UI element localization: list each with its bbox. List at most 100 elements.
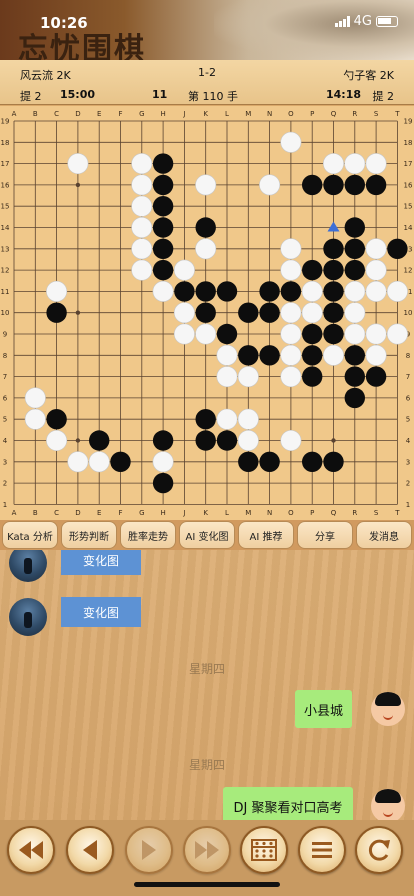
white-stone — [237, 429, 259, 451]
black-stone — [302, 259, 323, 281]
variation-link[interactable]: 变化图 — [61, 597, 141, 627]
black-stone — [216, 281, 238, 302]
row-label: 4 — [406, 437, 411, 445]
black-stone — [344, 174, 365, 196]
black-stone — [238, 302, 259, 323]
go-board-svg[interactable]: AABBCCDDEEFFGGHHJJKKLLMMNNOOPPQQRRSSTT19… — [0, 106, 414, 520]
white-stone — [173, 259, 195, 281]
step-forward-icon[interactable] — [125, 826, 173, 874]
winrate-trend-button[interactable]: 胜率走势 — [120, 521, 176, 549]
my-avatar[interactable] — [371, 789, 405, 820]
ai-recommend-button[interactable]: AI 推荐 — [238, 521, 294, 549]
col-label: T — [394, 110, 400, 118]
white-stone — [365, 344, 387, 366]
black-stone — [174, 281, 195, 302]
col-label: H — [160, 509, 165, 517]
black-stone — [195, 281, 216, 302]
col-label: E — [97, 509, 101, 517]
white-stone — [173, 302, 195, 324]
col-label: N — [267, 509, 272, 517]
white-stone — [259, 174, 281, 196]
black-stone — [323, 238, 344, 259]
variation-link[interactable]: 变化图 — [61, 550, 141, 575]
black-stone — [216, 430, 238, 451]
white-stone — [237, 408, 259, 430]
my-message: 小县城 — [295, 690, 352, 728]
white-stone — [131, 174, 153, 196]
row-label: 5 — [406, 416, 410, 424]
white-stone — [173, 323, 195, 345]
row-label: 15 — [1, 203, 10, 211]
black-stone — [259, 302, 280, 323]
row-label: 15 — [404, 203, 413, 211]
row-label: 1 — [3, 501, 7, 509]
opponent-avatar[interactable] — [9, 550, 47, 582]
fast-forward-icon[interactable] — [183, 826, 231, 874]
white-stone — [216, 366, 238, 388]
white-stone — [216, 344, 238, 366]
white-stone — [195, 174, 217, 196]
col-label: N — [267, 110, 272, 118]
opponent-avatar[interactable] — [9, 598, 47, 636]
col-label: A — [12, 110, 17, 118]
abacus-icon[interactable] — [240, 826, 288, 874]
black-player-name: 风云流 2K — [20, 69, 71, 82]
game-score: 1-2 — [198, 66, 216, 79]
black-stone — [323, 323, 344, 345]
black-stone — [387, 238, 408, 259]
ink-painting-banner — [214, 0, 414, 60]
white-stone — [365, 259, 387, 281]
rewind-icon[interactable] — [7, 826, 55, 874]
black-stone — [259, 451, 280, 472]
col-label: F — [118, 509, 122, 517]
star-point — [75, 182, 81, 188]
black-time: 15:00 — [60, 88, 96, 101]
black-stone — [323, 302, 344, 323]
black-stone — [216, 323, 238, 345]
black-stone — [152, 196, 174, 217]
row-label: 7 — [406, 373, 410, 381]
my-avatar[interactable] — [371, 692, 405, 726]
black-stone — [152, 174, 174, 196]
send-message-button[interactable]: 发消息 — [356, 521, 412, 549]
white-stone — [322, 344, 344, 366]
ai-variation-button[interactable]: AI 变化图 — [179, 521, 235, 549]
white-stone — [322, 153, 344, 175]
row-label: 18 — [1, 139, 10, 147]
refresh-icon[interactable] — [355, 826, 403, 874]
col-label: T — [394, 509, 400, 517]
row-label: 11 — [1, 288, 10, 296]
col-label: E — [97, 110, 101, 118]
white-stone — [344, 153, 366, 175]
white-stone — [365, 280, 387, 302]
row-label: 13 — [1, 245, 10, 253]
row-label: 12 — [404, 267, 413, 275]
black-stone — [323, 174, 344, 196]
share-button[interactable]: 分享 — [297, 521, 353, 549]
chat-panel[interactable]: 变化图 变化图 星期四 小县城 星期四 DJ 聚聚看对口高考 — [0, 550, 414, 820]
black-stone — [344, 217, 365, 238]
network-label: 4G — [353, 14, 372, 29]
black-stone — [302, 366, 323, 387]
white-stone — [344, 280, 366, 302]
position-judge-button[interactable]: 形势判断 — [61, 521, 117, 549]
black-stone — [195, 302, 216, 323]
col-label: P — [310, 110, 314, 118]
row-label: 6 — [406, 394, 411, 402]
move-number: 第 110 手 — [188, 90, 238, 103]
go-board[interactable]: A A B B C C D D E E F F G G H H J J K K L L M M N N O O P P Q Q R R S S T T 19… — [0, 106, 414, 520]
star-point — [331, 438, 336, 443]
black-stone — [344, 259, 365, 281]
black-stone — [152, 472, 174, 494]
black-stone — [280, 281, 302, 302]
step-back-icon[interactable] — [66, 826, 114, 874]
black-stone — [302, 174, 323, 196]
home-indicator — [134, 882, 280, 887]
white-stone — [152, 451, 174, 473]
day-separator: 星期四 — [188, 758, 225, 772]
col-label: R — [352, 509, 357, 517]
menu-icon[interactable] — [298, 826, 346, 874]
black-stone — [302, 451, 323, 472]
white-stone — [131, 195, 153, 217]
kata-analysis-button[interactable]: Kata 分析 — [2, 521, 58, 549]
